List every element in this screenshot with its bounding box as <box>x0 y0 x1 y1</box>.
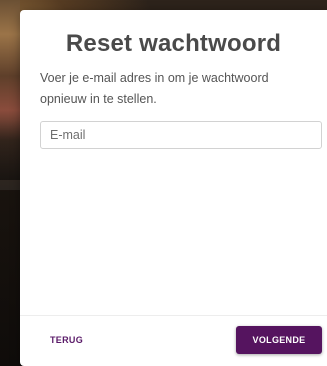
dialog-title: Reset wachtwoord <box>65 30 282 57</box>
back-button[interactable]: TERUG <box>50 335 83 345</box>
next-button[interactable]: VOLGENDE <box>236 326 322 354</box>
dialog-description: Voer je e-mail adres in om je wachtwoord… <box>40 71 269 106</box>
reset-password-dialog: Reset wachtwoord Voer je e-mail adres in… <box>20 10 327 366</box>
dialog-footer: TERUG VOLGENDE <box>20 315 327 366</box>
email-field[interactable] <box>40 121 322 149</box>
background-photo-shade <box>0 120 20 180</box>
